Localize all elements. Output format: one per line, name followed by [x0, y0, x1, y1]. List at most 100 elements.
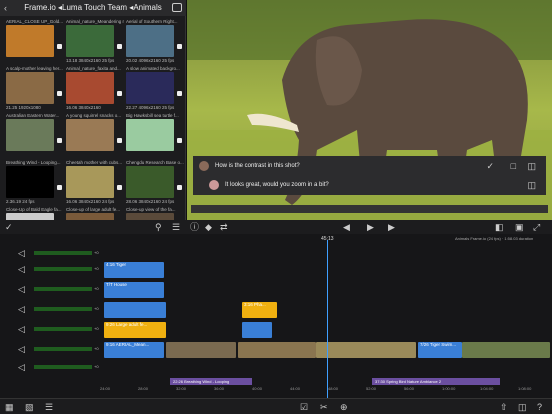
layout-icon[interactable]: ▧: [25, 402, 34, 412]
clip-title: AERIAL_CLOSE UP_Gold...: [6, 19, 64, 24]
level-meter[interactable]: [34, 327, 92, 331]
clip-title: Aerial of Southern Right...: [126, 19, 178, 24]
select-icon[interactable]: ☑: [300, 402, 308, 412]
timeline-clip[interactable]: [242, 322, 272, 338]
audio-clip-breathing[interactable]: 22:26 Breathing Wind - Looping: [170, 378, 252, 385]
shield-icon[interactable]: ◆: [205, 222, 212, 232]
clip-title: Chengdu Research Base o...: [126, 160, 184, 165]
speaker-icon[interactable]: ◁: [18, 324, 25, 334]
timeline-clip[interactable]: 7/26 Tiger Swim...: [418, 342, 462, 358]
speaker-icon[interactable]: ◁: [18, 362, 25, 372]
level-meter[interactable]: [34, 365, 92, 369]
timeline-clip[interactable]: 9:16 AERIAL_Mean...: [104, 342, 164, 358]
crop-icon[interactable]: ▣: [515, 222, 524, 232]
ruler-tick: 40:00: [252, 386, 263, 391]
timeline-clip[interactable]: [462, 342, 550, 358]
clip-preview: [126, 72, 174, 104]
clip-thumbnail[interactable]: Cheetah mother with cubs... 16.06 3840x21…: [66, 159, 124, 208]
check-icon[interactable]: ✓: [486, 161, 494, 171]
browser-header: ‹ Frame.io ◂Luma Touch Team ◂Animals: [0, 0, 186, 16]
list-icon[interactable]: ☰: [172, 222, 180, 232]
clip-thumbnail[interactable]: A scalp-mother leaving her... 21.25 1920x…: [6, 65, 64, 114]
timeline-clip[interactable]: T/T House: [104, 282, 164, 298]
ruler-tick: 56:00: [404, 386, 415, 391]
timeline-clip[interactable]: [316, 342, 416, 358]
track-gain: +0: [94, 250, 99, 255]
scrub-strip[interactable]: [191, 205, 548, 213]
scissors-icon[interactable]: ✂: [320, 402, 328, 412]
ruler-tick: 1:08:00: [518, 386, 532, 391]
timeline[interactable]: 45:13 Animals Frame.io (24 fps) · 1:58.0…: [0, 234, 552, 400]
level-meter[interactable]: [34, 307, 92, 311]
audio-clip-bird[interactable]: 37:30 Spring Bird Nature Ambiance 2: [372, 378, 500, 385]
transition-icon[interactable]: ⇄: [220, 222, 228, 232]
browser-breadcrumb[interactable]: Frame.io ◂Luma Touch Team ◂Animals: [24, 3, 162, 12]
clip-title: Cheetah mother with cubs...: [66, 160, 123, 165]
trash-icon[interactable]: ◫: [518, 402, 527, 412]
split-icon[interactable]: ◧: [495, 222, 504, 232]
ruler-tick: 1:04:00: [480, 386, 494, 391]
prev-icon[interactable]: ◀: [343, 222, 350, 232]
clip-title: A young squirrel snacks o...: [66, 113, 122, 118]
ruler-tick: 36:00: [214, 386, 225, 391]
library-icon[interactable]: ▦: [5, 402, 14, 412]
clip-thumbnail[interactable]: AERIAL_CLOSE UP_Gold...: [6, 18, 64, 67]
clip-preview: [66, 119, 114, 151]
trash-icon[interactable]: ◫: [527, 161, 536, 171]
search-icon[interactable]: ⚲: [155, 222, 162, 232]
timeline-clip[interactable]: 3:16 Pha...: [242, 302, 277, 318]
clip-meta: [6, 57, 64, 64]
track-gain: +0: [94, 286, 99, 291]
export-icon[interactable]: ⇧: [500, 402, 508, 412]
bottom-toolbar: ▦ ▧ ☰ ☑ ✂ ⊕ ⇧ ◫ ?: [0, 398, 552, 414]
play-icon[interactable]: ▶: [367, 222, 374, 232]
playhead[interactable]: [327, 240, 328, 400]
clip-thumbnail[interactable]: Chengdu Research Base o... 28.06 3840x216…: [126, 159, 184, 208]
timeline-clip[interactable]: [104, 302, 166, 318]
level-meter[interactable]: [34, 347, 92, 351]
clip-thumbnail[interactable]: Big Hawksbill sea turtle f...: [126, 112, 184, 161]
speaker-icon[interactable]: ◁: [18, 284, 25, 294]
next-icon[interactable]: ▶: [388, 222, 395, 232]
time-ruler[interactable]: 24:00 28:00 32:00 36:00 40:00 44:00 48:00 52:00…: [100, 386, 552, 394]
clip-thumbnail[interactable]: Australian Eastern Water...: [6, 112, 64, 161]
clip-thumbnail[interactable]: Breathing Wind - Looping... 2.36.19 24 fp…: [6, 159, 64, 208]
speaker-icon[interactable]: ◁: [18, 344, 25, 354]
add-icon[interactable]: ⊕: [340, 402, 348, 412]
info-icon[interactable]: ⓘ: [190, 222, 199, 232]
cloud-icon: [117, 44, 122, 49]
timeline-clip[interactable]: 9:26 Large adult fe...: [104, 322, 166, 338]
timeline-clip[interactable]: [166, 342, 236, 358]
clip-preview: [6, 72, 54, 104]
clip-thumbnail[interactable]: A young squirrel snacks o...: [66, 112, 124, 161]
clip-thumbnail[interactable]: Aerial of Southern Right... 20.02 4096x21…: [126, 18, 184, 67]
comment-row-2[interactable]: It looks great, would you zoom in a bit?…: [193, 175, 546, 195]
clip-preview: [6, 25, 54, 57]
timeline-clip[interactable]: [238, 342, 316, 358]
clip-thumbnail[interactable]: A slow animated backgro... 22.27 4096x216…: [126, 65, 184, 114]
help-icon[interactable]: ?: [537, 402, 542, 412]
clip-thumbnail[interactable]: Animal_nature_Meandering river... 13.18 3…: [66, 18, 124, 67]
clip-meta: 20.02 4096x2160 25 fps: [126, 58, 175, 63]
clip-thumbnail[interactable]: Animal_nature_faxita and... 16.06 3840x21…: [66, 65, 124, 114]
ruler-tick: 24:00: [100, 386, 111, 391]
speaker-icon[interactable]: ◁: [18, 248, 25, 258]
download-icon[interactable]: [172, 3, 182, 12]
speaker-icon[interactable]: ◁: [18, 264, 25, 274]
reply-icon[interactable]: □: [511, 161, 516, 171]
level-meter[interactable]: [34, 287, 92, 291]
trash-icon[interactable]: ◫: [527, 180, 536, 190]
filter-icon[interactable]: ☰: [45, 402, 53, 412]
level-meter[interactable]: [34, 267, 92, 271]
clip-meta: 21.25 1920x1080: [6, 105, 41, 110]
comment-row-1[interactable]: How is the contrast in this shot? ✓ □ ◫: [193, 156, 546, 176]
ruler-tick: 32:00: [176, 386, 187, 391]
fullscreen-icon[interactable]: ⤢: [533, 222, 540, 232]
back-icon[interactable]: ‹: [4, 0, 7, 16]
timeline-clip[interactable]: 4:16 Tiger: [104, 262, 164, 278]
level-meter[interactable]: [34, 251, 92, 255]
clip-meta: [126, 151, 184, 158]
check-circle-icon[interactable]: ✓: [5, 222, 13, 232]
speaker-icon[interactable]: ◁: [18, 304, 25, 314]
cloud-icon: [177, 138, 182, 143]
